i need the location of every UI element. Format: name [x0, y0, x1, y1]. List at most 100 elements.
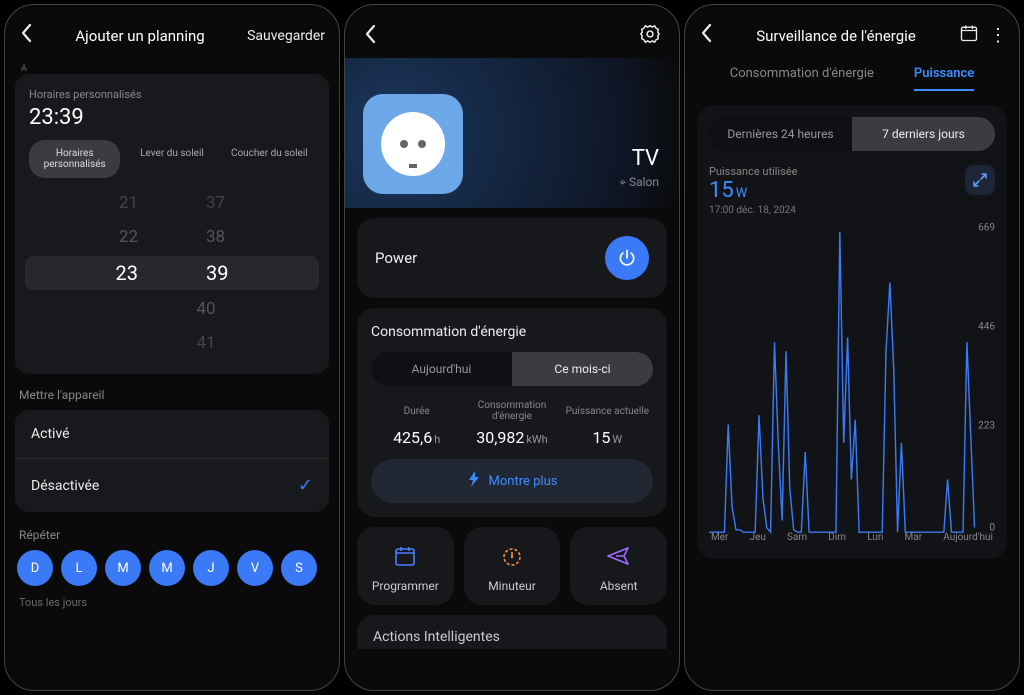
mode-sunrise[interactable]: Lever du soleil [126, 140, 217, 178]
save-button[interactable]: Sauvegarder [247, 28, 325, 44]
stat-power-label: Puissance actuelle [562, 400, 653, 422]
tab-consumption[interactable]: Consommation d'énergie [730, 66, 874, 91]
mode-sunset[interactable]: Coucher du soleil [224, 140, 315, 178]
bolt-icon [467, 471, 481, 491]
phone-device: TV ⌖ Salon Power Consommation d'énergie … [344, 4, 680, 691]
action-timer-label: Minuteur [488, 579, 536, 593]
back-icon[interactable] [699, 23, 713, 48]
tab-power[interactable]: Puissance [914, 66, 974, 91]
every-day-note: Tous les jours [19, 596, 329, 609]
calendar-icon [393, 543, 417, 569]
mode-custom[interactable]: Horaires personnalisés [29, 140, 120, 178]
smart-actions-label: Actions Intelligentes [373, 629, 500, 645]
device-name: TV [619, 146, 659, 171]
stat-energy: Consommation d'énergie 30,982kWh [466, 400, 557, 447]
stat-power-unit: W [612, 433, 622, 446]
chart-timestamp: 17:00 déc. 18, 2024 [709, 205, 995, 216]
state-off-label: Désactivée [31, 478, 99, 494]
consumption-title: Consommation d'énergie [371, 324, 653, 340]
device-state-list: Activé Désactivée ✓ [15, 410, 329, 512]
range-24h[interactable]: Dernières 24 heures [709, 117, 852, 151]
power-chart-card: Dernières 24 heures 7 derniers jours Pui… [697, 105, 1007, 559]
custom-hours-label: Horaires personnalisés [29, 88, 315, 101]
ytick: 669 [978, 223, 995, 234]
range-segment: Dernières 24 heures 7 derniers jours [709, 117, 995, 151]
day-sun[interactable]: D [17, 550, 53, 586]
header: Surveillance de l'énergie ⋮ [685, 5, 1019, 56]
settings-icon[interactable] [639, 23, 661, 50]
stat-energy-val: 30,982 [476, 428, 524, 447]
stat-duration-label: Durée [371, 400, 462, 422]
wheel-hour-selected[interactable]: 23 [116, 261, 138, 285]
period-segment: Aujourd'hui Ce mois-ci [371, 352, 653, 386]
wheel-min[interactable]: 38 [206, 227, 225, 247]
time-mode-segment: Horaires personnalisés Lever du soleil C… [29, 140, 315, 178]
expand-chart-button[interactable] [965, 165, 995, 195]
calendar-icon[interactable] [959, 23, 979, 48]
wheel-min[interactable]: 37 [206, 193, 225, 213]
power-card: Power [357, 218, 667, 298]
back-icon[interactable] [19, 23, 33, 48]
show-more-button[interactable]: Montre plus [371, 459, 653, 503]
wheel-hour[interactable]: 21 [119, 193, 138, 213]
page-title: Surveillance de l'énergie [723, 27, 949, 45]
tabs: Consommation d'énergie Puissance [685, 66, 1019, 91]
consumption-card: Consommation d'énergie Aujourd'hui Ce mo… [357, 308, 667, 517]
stat-energy-unit: kWh [526, 433, 547, 446]
power-toggle-button[interactable] [605, 236, 649, 280]
timer-icon [500, 543, 524, 569]
state-on-option[interactable]: Activé [15, 410, 329, 458]
repeat-label: Répéter [19, 528, 329, 542]
wheel-hour[interactable]: 22 [119, 227, 138, 247]
period-month[interactable]: Ce mois-ci [512, 352, 653, 386]
ytick: 0 [989, 523, 995, 534]
selected-time: 23:39 [29, 105, 315, 130]
power-chart[interactable]: 669 446 223 0 [709, 228, 995, 528]
time-picker-wheel[interactable]: 21 37 22 38 23 39 40 41 [29, 186, 315, 360]
phone-schedule: Ajouter un planning Sauvegarder A Horair… [4, 4, 340, 691]
phone-energy: Surveillance de l'énergie ⋮ Consommation… [684, 4, 1020, 691]
show-more-label: Montre plus [489, 474, 558, 489]
header [345, 5, 679, 58]
stat-duration: Durée 425,6h [371, 400, 462, 447]
day-tue[interactable]: M [105, 550, 141, 586]
device-state-label: Mettre l'appareil [19, 388, 329, 402]
time-card: Horaires personnalisés 23:39 Horaires pe… [15, 74, 329, 374]
more-icon[interactable]: ⋮ [989, 25, 1005, 46]
wheel-min[interactable]: 41 [196, 333, 215, 353]
state-on-label: Activé [31, 426, 70, 442]
period-today[interactable]: Aujourd'hui [371, 352, 512, 386]
wheel-min[interactable]: 40 [196, 299, 215, 319]
section-label-a: A [15, 64, 329, 74]
plug-icon [381, 112, 445, 176]
device-icon-tile [363, 94, 463, 194]
day-thu[interactable]: J [193, 550, 229, 586]
stat-energy-label: Consommation d'énergie [466, 400, 557, 422]
wheel-min-selected[interactable]: 39 [206, 261, 228, 285]
stat-power-val: 15 [592, 428, 610, 447]
action-schedule-label: Programmer [372, 579, 439, 593]
device-hero: TV ⌖ Salon [345, 58, 679, 208]
day-sat[interactable]: S [281, 550, 317, 586]
ytick: 446 [978, 322, 995, 333]
action-away-label: Absent [600, 579, 638, 593]
device-room: ⌖ Salon [619, 175, 659, 190]
day-mon[interactable]: L [61, 550, 97, 586]
room-label: Salon [629, 175, 659, 189]
stat-duration-unit: h [434, 433, 440, 446]
header: Ajouter un planning Sauvegarder [5, 5, 339, 58]
action-timer[interactable]: Minuteur [464, 527, 561, 605]
action-schedule[interactable]: Programmer [357, 527, 454, 605]
days-row: D L M M J V S [15, 550, 329, 586]
power-used-label: Puissance utilisée [709, 165, 797, 178]
stats-row: Durée 425,6h Consommation d'énergie 30,9… [371, 400, 653, 447]
range-7d[interactable]: 7 derniers jours [852, 117, 995, 151]
state-off-option[interactable]: Désactivée ✓ [15, 459, 329, 512]
smart-actions-card[interactable]: Actions Intelligentes [357, 615, 667, 649]
day-fri[interactable]: V [237, 550, 273, 586]
action-away[interactable]: Absent [570, 527, 667, 605]
power-label: Power [375, 249, 417, 267]
stat-duration-val: 425,6 [393, 428, 432, 447]
day-wed[interactable]: M [149, 550, 185, 586]
back-icon[interactable] [363, 24, 377, 49]
